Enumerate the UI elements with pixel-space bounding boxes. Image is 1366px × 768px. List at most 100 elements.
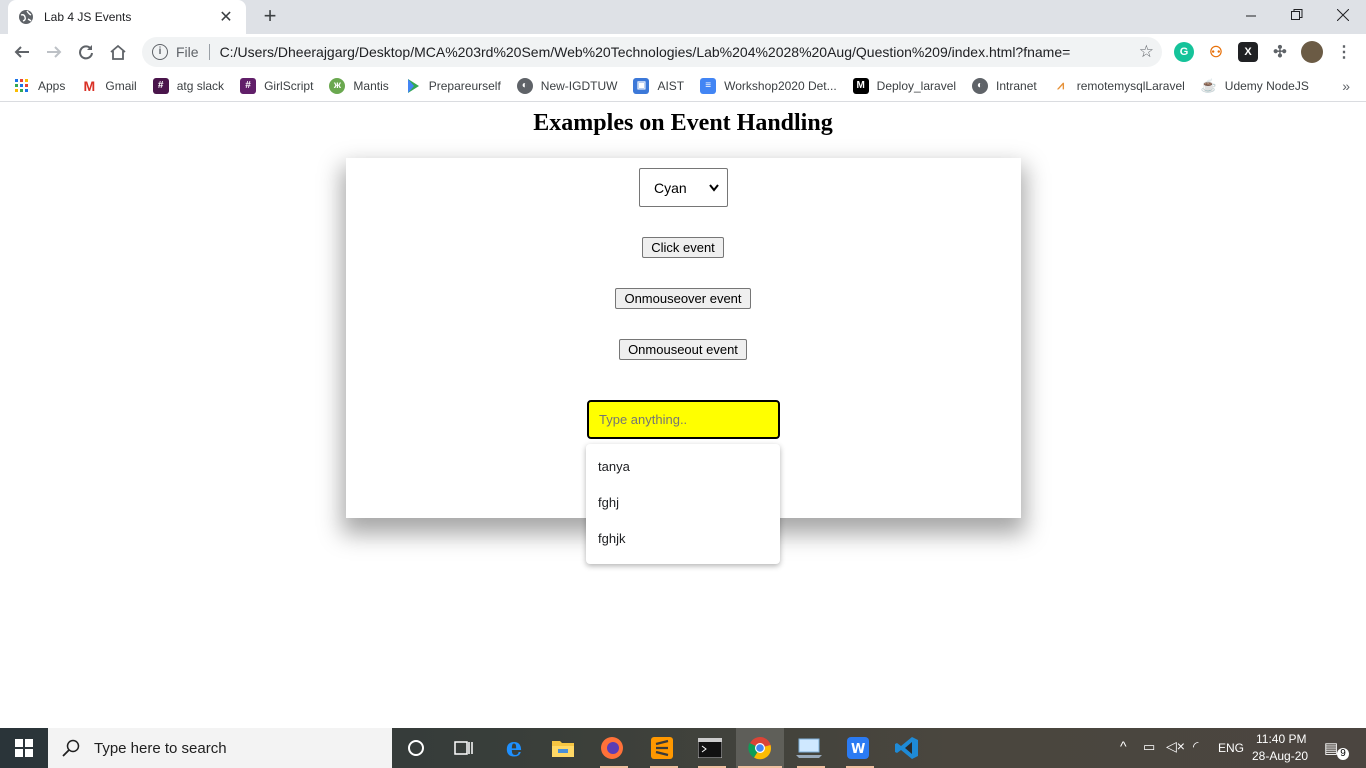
grammarly-icon[interactable]: G (1174, 42, 1194, 62)
bookmark-mantis[interactable]: ж Mantis (329, 77, 389, 94)
cortana-icon[interactable] (402, 734, 430, 762)
menu-kebab-icon[interactable]: ⋮ (1334, 42, 1354, 62)
bookmark-remotemysql[interactable]: ⩘ remotemysqlLaravel (1053, 78, 1185, 94)
reload-button[interactable] (72, 38, 100, 66)
cmd-icon (698, 738, 722, 758)
bookmark-label: Intranet (996, 78, 1037, 93)
vscode-logo-icon (895, 737, 918, 759)
color-select-value: Cyan (654, 179, 687, 196)
bookmark-label: remotemysqlLaravel (1076, 78, 1185, 93)
browser-toolbar: i File C:/Users/Dheerajgarg/Desktop/MCA%… (0, 34, 1366, 70)
forward-arrow-icon (47, 46, 62, 58)
back-button[interactable] (8, 38, 36, 66)
input-placeholder: Type anything.. (599, 412, 688, 427)
bookmark-udemy-nodejs[interactable]: ☕ Udemy NodeJS (1201, 78, 1309, 94)
bookmark-deploy-laravel[interactable]: M Deploy_laravel (852, 77, 956, 94)
bookmark-new-igdtuw[interactable]: ◐ New-IGDTUW (516, 77, 618, 94)
autocomplete-item[interactable]: fghjk (598, 531, 625, 546)
minimize-icon (1245, 15, 1256, 16)
terminal-icon[interactable] (696, 734, 724, 762)
bookmark-aist[interactable]: ▣ AIST (633, 77, 685, 94)
input-language[interactable]: ENG (1218, 741, 1244, 755)
globe-icon (19, 10, 33, 24)
windows-logo-icon (15, 739, 33, 757)
bookmark-prepareurself[interactable]: Prepareurself (405, 78, 501, 94)
task-view-icon[interactable] (450, 734, 478, 762)
onmouseover-event-button[interactable]: Onmouseover event (615, 288, 751, 309)
udemy-icon: ☕ (1200, 77, 1217, 93)
reload-icon (79, 45, 93, 60)
forms-icon: ≡ (700, 77, 717, 94)
bookmark-label: Mantis (353, 78, 389, 93)
chrome-icon[interactable] (746, 734, 774, 762)
tab-close-icon[interactable]: ✕ (216, 7, 236, 27)
chrome-logo-icon (748, 737, 772, 760)
autocomplete-item[interactable]: fghj (598, 495, 619, 510)
bookmark-gmail[interactable]: M Gmail (81, 78, 137, 94)
bookmark-label: GirlScript (264, 78, 314, 93)
slack-icon: # (240, 77, 257, 94)
mantis-icon: ж (329, 77, 346, 94)
apps-grid-icon (15, 78, 28, 92)
clock-time[interactable]: 11:40 PM (1256, 732, 1306, 746)
windows-taskbar: Type here to search e W ^ ▭ ◁× ◜ ENG 11:… (0, 728, 1366, 768)
tray-chevron-up-icon[interactable]: ^ (1120, 738, 1127, 754)
taskbar-search[interactable]: Type here to search (48, 728, 392, 768)
autocomplete-item[interactable]: tanya (598, 459, 630, 474)
bookmarks-bar: Apps M Gmail # atg slack # GirlScript ж … (0, 70, 1366, 102)
volume-muted-icon[interactable]: ◁× (1166, 738, 1185, 755)
close-window-button[interactable] (1320, 0, 1366, 30)
battery-icon[interactable]: ▭ (1143, 739, 1155, 755)
minimize-button[interactable] (1228, 0, 1274, 30)
laptop-icon (796, 738, 822, 758)
color-select[interactable]: Cyan (639, 168, 728, 207)
laptop-app-icon[interactable] (795, 734, 823, 762)
sublime-logo-icon (651, 737, 673, 759)
bookmark-workshop2020[interactable]: ≡ Workshop2020 Det... (700, 77, 837, 94)
url-text[interactable]: C:/Users/Dheerajgarg/Desktop/MCA%203rd%2… (220, 44, 1071, 60)
clock-date[interactable]: 28-Aug-20 (1252, 749, 1308, 763)
restore-icon (1291, 9, 1303, 20)
notification-count-badge: 9 (1337, 748, 1349, 760)
onmouseout-event-button[interactable]: Onmouseout event (619, 339, 747, 360)
remotemysql-icon: ⩘ (1057, 78, 1065, 92)
wifi-icon[interactable]: ◜ (1193, 738, 1198, 755)
address-bar[interactable]: i File C:/Users/Dheerajgarg/Desktop/MCA%… (142, 37, 1162, 67)
x-extension-icon[interactable]: X (1238, 42, 1258, 62)
tab-title: Lab 4 JS Events (44, 10, 132, 24)
file-explorer-icon[interactable] (549, 734, 577, 762)
bookmark-intranet[interactable]: ◐ Intranet (972, 77, 1037, 94)
click-event-button[interactable]: Click event (642, 237, 724, 258)
edge-icon[interactable]: e (500, 733, 528, 763)
restore-button[interactable] (1274, 0, 1320, 30)
bookmarks-overflow-icon[interactable]: » (1342, 78, 1350, 94)
type-anything-input[interactable]: Type anything.. (587, 400, 780, 439)
bookmark-apps[interactable]: Apps (14, 78, 65, 94)
bookmark-label: atg slack (176, 78, 225, 93)
vscode-icon[interactable] (893, 734, 921, 762)
firefox-icon[interactable] (598, 734, 626, 762)
git-extension-icon[interactable]: ⚇ (1206, 42, 1226, 62)
bookmark-label: New-IGDTUW (540, 78, 618, 93)
home-button[interactable] (104, 38, 132, 66)
folder-icon (552, 741, 574, 757)
firefox-logo-icon (601, 737, 623, 759)
bookmark-label: Workshop2020 Det... (724, 78, 837, 93)
profile-avatar[interactable] (1301, 41, 1323, 63)
globe-icon: ◐ (516, 77, 533, 94)
extensions-puzzle-icon[interactable]: ✣ (1270, 42, 1290, 62)
sublime-text-icon[interactable] (648, 734, 676, 762)
info-icon[interactable]: i (152, 44, 168, 60)
bookmark-atg-slack[interactable]: # atg slack (152, 77, 225, 94)
search-icon (62, 739, 80, 757)
bookmark-girlscript[interactable]: # GirlScript (240, 77, 314, 94)
start-button[interactable] (0, 728, 48, 768)
medium-icon: M (852, 77, 869, 94)
new-tab-button[interactable]: + (258, 4, 282, 28)
browser-tab[interactable]: Lab 4 JS Events ✕ (8, 0, 246, 34)
tab-strip: Lab 4 JS Events ✕ + (0, 0, 1366, 34)
bookmark-label: AIST (657, 78, 685, 93)
forward-button[interactable] (40, 38, 68, 66)
bookmark-star-icon[interactable]: ☆ (1139, 42, 1154, 62)
wps-writer-icon[interactable]: W (844, 734, 872, 762)
